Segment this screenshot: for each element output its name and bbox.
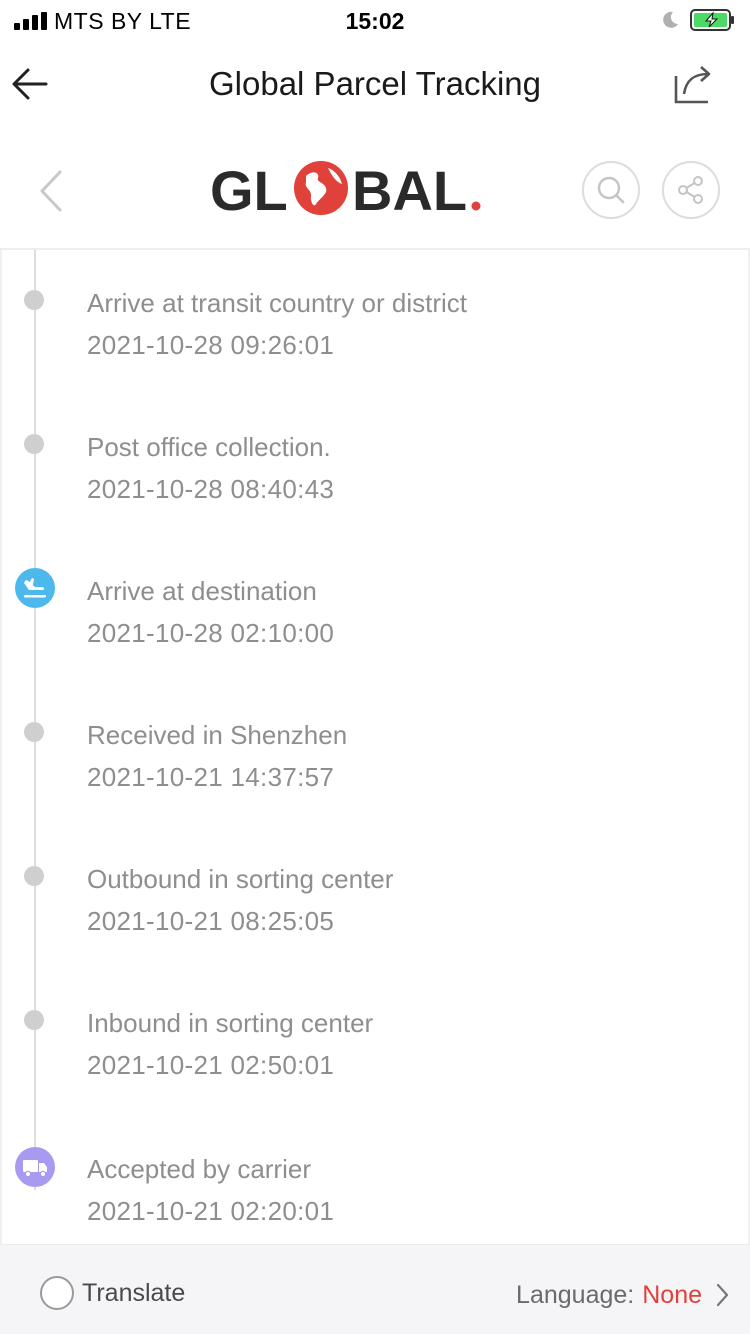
timeline-dot <box>24 1010 44 1030</box>
timeline-dot <box>24 722 44 742</box>
event-title: Arrive at destination <box>87 576 317 606</box>
event-time: 2021-10-28 08:40:43 <box>87 474 335 504</box>
event-title: Arrive at transit country or district <box>87 288 467 318</box>
tracking-event: Outbound in sorting center 2021-10-21 08… <box>2 840 750 984</box>
tracking-timeline: Arrive at transit country or district 20… <box>0 250 750 1244</box>
event-time: 2021-10-21 02:20:01 <box>87 1196 335 1226</box>
event-title: Outbound in sorting center <box>87 864 394 894</box>
event-title: Accepted by carrier <box>87 1154 311 1184</box>
chevron-right-icon <box>716 1283 729 1307</box>
plane-landing-icon <box>15 568 55 608</box>
search-button[interactable] <box>582 161 640 219</box>
event-time: 2021-10-21 08:25:05 <box>87 906 335 936</box>
event-time: 2021-10-21 14:37:57 <box>87 762 335 792</box>
language-label: Language: <box>516 1280 635 1309</box>
event-time: 2021-10-21 02:50:01 <box>87 1050 335 1080</box>
svg-text:BAL: BAL <box>352 159 467 220</box>
global-logo: GL BAL <box>210 159 481 220</box>
timeline-dot <box>24 434 44 454</box>
carrier-header: GL BAL <box>0 130 750 250</box>
event-time: 2021-10-28 09:26:01 <box>87 330 335 360</box>
svg-text:GL: GL <box>210 159 288 220</box>
tracking-event: Inbound in sorting center 2021-10-21 02:… <box>2 984 750 1128</box>
truck-icon <box>15 1147 55 1187</box>
language-selector[interactable]: Language: None <box>516 1279 732 1311</box>
moon-icon <box>663 11 678 28</box>
event-title: Inbound in sorting center <box>87 1008 374 1038</box>
share-export-icon[interactable] <box>670 60 718 108</box>
tracking-event: Arrive at transit country or district 20… <box>2 264 750 408</box>
page-title: Global Parcel Tracking <box>209 65 541 102</box>
share-icon <box>678 176 703 204</box>
timeline-dot <box>24 290 44 310</box>
translate-label[interactable]: Translate <box>82 1279 185 1308</box>
tracking-event: Post office collection. 2021-10-28 08:40… <box>2 408 750 552</box>
language-value: None <box>642 1280 702 1309</box>
tracking-event: Arrive at destination 2021-10-28 02:10:0… <box>2 552 750 696</box>
bottom-toolbar: Translate Language: None <box>0 1244 750 1334</box>
battery-icon <box>690 9 734 31</box>
chevron-left-icon[interactable] <box>30 166 70 216</box>
status-bar: MTS BY LTE 15:02 <box>0 0 750 40</box>
tracking-event: Received in Shenzhen 2021-10-21 14:37:57 <box>2 696 750 840</box>
event-title: Received in Shenzhen <box>87 720 348 750</box>
share-button[interactable] <box>662 161 720 219</box>
nav-bar: Global Parcel Tracking <box>0 40 750 130</box>
translate-radio[interactable] <box>40 1276 74 1310</box>
event-time: 2021-10-28 02:10:00 <box>87 618 335 648</box>
status-time: 15:02 <box>345 8 405 34</box>
timeline-dot <box>24 866 44 886</box>
search-icon <box>597 176 625 204</box>
event-title: Post office collection. <box>87 432 331 462</box>
